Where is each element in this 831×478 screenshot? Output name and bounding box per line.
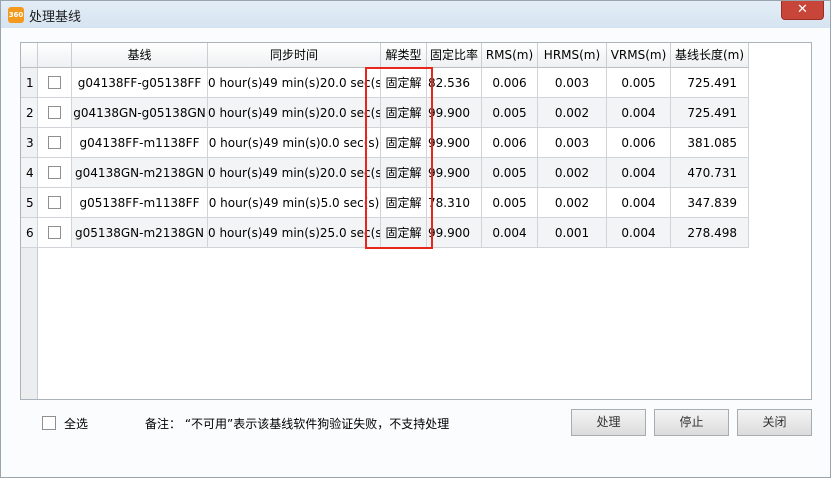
vrms-cell: 0.004 <box>607 188 671 218</box>
fix-ratio-cell: 99.900 <box>427 98 482 128</box>
row-checkbox[interactable] <box>38 218 72 248</box>
baseline-cell: g04138GN-m2138GN <box>72 158 208 188</box>
vrms-cell: 0.004 <box>607 158 671 188</box>
process-baseline-dialog: 360 处理基线 ✕ 基线 同步时间 解类型 固定比率 RMS(m) HRMS(m) VRM… <box>0 0 831 478</box>
row-checkbox[interactable] <box>38 128 72 158</box>
sync-time-cell: 0 hour(s)49 min(s)20.0 sec(s) <box>208 158 381 188</box>
baseline-length-cell: 725.491 <box>671 68 749 98</box>
baseline-cell: g04138GN-g05138GN <box>72 98 208 128</box>
column-header[interactable] <box>21 43 38 68</box>
solution-type-cell: 固定解 <box>381 98 427 128</box>
hrms-cell: 0.003 <box>538 128 607 158</box>
stop-button[interactable]: 停止 <box>654 409 729 436</box>
row-number: 6 <box>21 218 38 248</box>
solution-type-cell: 固定解 <box>381 218 427 248</box>
rms-cell: 0.005 <box>482 98 538 128</box>
row-checkbox[interactable] <box>38 68 72 98</box>
rms-cell: 0.005 <box>482 188 538 218</box>
baseline-length-cell: 725.491 <box>671 98 749 128</box>
column-header[interactable]: 基线长度(m) <box>671 43 749 68</box>
baseline-length-cell: 470.731 <box>671 158 749 188</box>
rms-cell: 0.006 <box>482 68 538 98</box>
row-checkbox[interactable] <box>38 158 72 188</box>
sync-time-cell: 0 hour(s)49 min(s)5.0 sec(s) <box>208 188 381 218</box>
sync-time-cell: 0 hour(s)49 min(s)20.0 sec(s) <box>208 98 381 128</box>
vrms-cell: 0.004 <box>607 218 671 248</box>
close-window-button[interactable]: ✕ <box>781 1 824 20</box>
row-select-checkbox[interactable] <box>48 136 61 149</box>
vrms-cell: 0.006 <box>607 128 671 158</box>
row-number: 1 <box>21 68 38 98</box>
solution-type-cell: 固定解 <box>381 68 427 98</box>
fix-ratio-cell: 78.310 <box>427 188 482 218</box>
vrms-cell: 0.004 <box>607 98 671 128</box>
select-all-checkbox[interactable] <box>42 416 56 430</box>
column-header[interactable]: 解类型 <box>381 43 427 68</box>
solution-type-cell: 固定解 <box>381 128 427 158</box>
column-header[interactable]: 固定比率 <box>427 43 482 68</box>
row-select-checkbox[interactable] <box>48 226 61 239</box>
row-number: 3 <box>21 128 38 158</box>
row-number: 5 <box>21 188 38 218</box>
title-bar[interactable]: 360 处理基线 ✕ <box>1 1 830 28</box>
baseline-length-cell: 381.085 <box>671 128 749 158</box>
baseline-cell: g05138FF-m1138FF <box>72 188 208 218</box>
window-title: 处理基线 <box>29 10 82 25</box>
fix-ratio-cell: 99.900 <box>427 218 482 248</box>
hrms-cell: 0.003 <box>538 68 607 98</box>
solution-type-cell: 固定解 <box>381 158 427 188</box>
row-number: 2 <box>21 98 38 128</box>
fix-ratio-cell: 99.900 <box>427 158 482 188</box>
rms-cell: 0.005 <box>482 158 538 188</box>
column-header[interactable] <box>38 43 72 68</box>
solution-type-cell: 固定解 <box>381 188 427 218</box>
column-header[interactable]: RMS(m) <box>482 43 538 68</box>
column-header[interactable]: VRMS(m) <box>607 43 671 68</box>
rms-cell: 0.004 <box>482 218 538 248</box>
app-icon: 360 <box>8 7 24 23</box>
baseline-length-cell: 347.839 <box>671 188 749 218</box>
baseline-cell: g04138FF-m1138FF <box>72 128 208 158</box>
hrms-cell: 0.002 <box>538 158 607 188</box>
sync-time-cell: 0 hour(s)49 min(s)25.0 sec(s) <box>208 218 381 248</box>
select-all-label: 全选 <box>64 417 89 431</box>
rms-cell: 0.006 <box>482 128 538 158</box>
hrms-cell: 0.002 <box>538 98 607 128</box>
baseline-grid: 基线 同步时间 解类型 固定比率 RMS(m) HRMS(m) VRMS(m) 基线长度(m)… <box>20 42 812 400</box>
baseline-cell: g05138GN-m2138GN <box>72 218 208 248</box>
baseline-cell: g04138FF-g05138FF <box>72 68 208 98</box>
baseline-length-cell: 278.498 <box>671 218 749 248</box>
row-select-checkbox[interactable] <box>48 106 61 119</box>
row-checkbox[interactable] <box>38 188 72 218</box>
note-text: 备注： “不可用”表示该基线软件狗验证失败，不支持处理 <box>145 417 450 431</box>
column-header[interactable]: HRMS(m) <box>538 43 607 68</box>
row-select-checkbox[interactable] <box>48 196 61 209</box>
sync-time-cell: 0 hour(s)49 min(s)0.0 sec(s) <box>208 128 381 158</box>
close-button[interactable]: 关闭 <box>737 409 812 436</box>
row-checkbox[interactable] <box>38 98 72 128</box>
row-number: 4 <box>21 158 38 188</box>
column-header[interactable]: 同步时间 <box>208 43 381 68</box>
fix-ratio-cell: 99.900 <box>427 128 482 158</box>
row-select-checkbox[interactable] <box>48 166 61 179</box>
fix-ratio-cell: 82.536 <box>427 68 482 98</box>
hrms-cell: 0.001 <box>538 218 607 248</box>
row-select-checkbox[interactable] <box>48 76 61 89</box>
column-header[interactable]: 基线 <box>72 43 208 68</box>
sync-time-cell: 0 hour(s)49 min(s)20.0 sec(s) <box>208 68 381 98</box>
hrms-cell: 0.002 <box>538 188 607 218</box>
vrms-cell: 0.005 <box>607 68 671 98</box>
process-button[interactable]: 处理 <box>571 409 646 436</box>
